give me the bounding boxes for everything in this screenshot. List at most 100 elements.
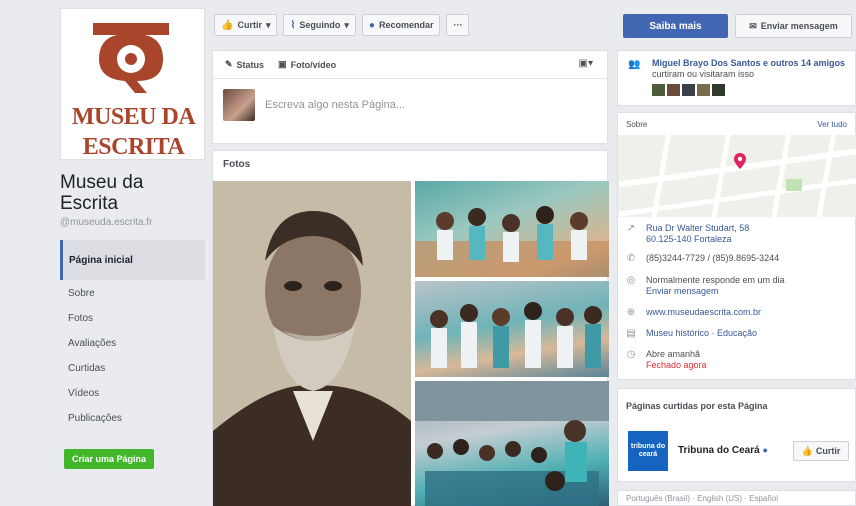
- globe-icon: ⊕: [626, 307, 636, 318]
- send-message-label: Enviar mensagem: [760, 21, 838, 31]
- nav-item-home[interactable]: Página inicial: [60, 240, 205, 280]
- friends-names[interactable]: Miguel Brayo Dos Santos e outros 14 amig…: [652, 58, 845, 68]
- address-line1[interactable]: Rua Dr Walter Studart, 58: [646, 223, 749, 234]
- response-time: Normalmente responde em um dia: [646, 275, 785, 285]
- group-photo-image: [415, 206, 609, 277]
- composer-tabs: ✎ Status ▣ Foto/vídeo: [213, 51, 607, 79]
- friends-who-like-text[interactable]: Miguel Brayo Dos Santos e outros 14 amig…: [652, 58, 852, 80]
- page-action-bar: 👍 Curtir ▾ ⌇ Seguindo ▾ ● Recomendar ···: [214, 14, 470, 36]
- address-row: ↗ Rua Dr Walter Studart, 58 60.125-140 F…: [626, 223, 851, 245]
- composer-input[interactable]: Escreva algo nesta Página...: [265, 99, 405, 111]
- group-photo-image: [430, 302, 602, 368]
- location-map[interactable]: [618, 135, 856, 217]
- avatar[interactable]: [697, 84, 710, 96]
- nav-item-photos[interactable]: Fotos: [60, 306, 205, 330]
- category-icon: ▤: [626, 328, 636, 339]
- verified-badge-icon: ●: [762, 445, 768, 455]
- museum-logo-icon: [93, 23, 169, 93]
- about-title: Sobre: [626, 119, 648, 129]
- friends-icon: 👥: [628, 59, 641, 70]
- photo-children-group-2[interactable]: [415, 281, 609, 377]
- nav-item-likes[interactable]: Curtidas: [60, 356, 205, 380]
- photo-children-group-1[interactable]: [415, 181, 609, 277]
- create-page-button[interactable]: Criar uma Página: [64, 449, 155, 469]
- clock-icon: ◷: [626, 349, 636, 360]
- see-all-link[interactable]: Ver tudo: [817, 120, 847, 129]
- learn-more-button[interactable]: Saiba mais: [623, 14, 728, 38]
- page-profile-picture[interactable]: MUSEU DA ESCRITA: [60, 8, 205, 160]
- send-message-button[interactable]: ✉ Enviar mensagem: [735, 14, 852, 38]
- page-handle[interactable]: @museuda.escrita.fr: [60, 217, 152, 228]
- recommend-button[interactable]: ● Recomendar: [361, 14, 441, 36]
- avatar[interactable]: [667, 84, 680, 96]
- phone-icon: ✆: [626, 253, 636, 264]
- liked-pages-title: Páginas curtidas por esta Página: [626, 401, 768, 411]
- caret-down-icon: ▾: [265, 19, 271, 30]
- page-title[interactable]: Museu da Escrita: [60, 172, 200, 214]
- tab-photo-video[interactable]: ▣ Foto/vídeo: [278, 59, 336, 70]
- website-link[interactable]: www.museudaescrita.com.br: [646, 307, 761, 318]
- photo-portrait[interactable]: [213, 181, 411, 506]
- map-park: [786, 179, 802, 191]
- avatar[interactable]: [712, 84, 725, 96]
- nav-item-posts[interactable]: Publicações: [60, 406, 205, 430]
- photo-icon: ▣: [278, 59, 287, 69]
- closed-now-label: Fechado agora: [646, 360, 707, 370]
- friends-suffix: curtiram ou visitaram isso: [652, 69, 755, 79]
- phone-row: ✆ (85)3244-7729 / (85)9.8695-3244: [626, 253, 851, 264]
- recommend-label: Recomendar: [378, 20, 434, 30]
- address-line2[interactable]: 60.125-140 Fortaleza: [646, 234, 749, 245]
- page-nav: Página inicial Sobre Fotos Avaliações Cu…: [60, 240, 205, 431]
- thumbs-up-icon: 👍: [801, 445, 813, 456]
- tab-status[interactable]: ✎ Status: [225, 59, 264, 70]
- pencil-icon: ✎: [225, 59, 233, 69]
- photos-section: Fotos: [212, 150, 609, 506]
- language-links[interactable]: Português (Brasil) · English (US) · Espa…: [617, 490, 856, 506]
- tab-photo-label: Foto/vídeo: [290, 59, 337, 70]
- like-button[interactable]: 👍 Curtir ▾: [214, 14, 278, 36]
- about-card: Sobre Ver tudo ↗ Rua Dr Walter Studart, …: [617, 112, 856, 380]
- map-pin-icon: [734, 153, 746, 169]
- liked-page-name[interactable]: Tribuna do Ceará: [678, 445, 760, 456]
- thumbs-up-icon: 👍: [221, 19, 234, 31]
- left-sidebar: MUSEU DA ESCRITA Museu da Escrita @museu…: [0, 0, 210, 506]
- category-link[interactable]: Museu histórico · Educação: [646, 328, 757, 339]
- nav-item-videos[interactable]: Vídeos: [60, 381, 205, 405]
- hours-row: ◷ Abre amanhã Fechado agora: [626, 349, 851, 371]
- following-button[interactable]: ⌇ Seguindo ▾: [283, 14, 356, 36]
- nav-item-about[interactable]: Sobre: [60, 281, 205, 305]
- post-composer: ✎ Status ▣ Foto/vídeo ▣▾ Escreva algo ne…: [212, 50, 608, 144]
- nav-item-reviews[interactable]: Avaliações: [60, 331, 205, 355]
- hours-status[interactable]: Abre amanhã: [646, 349, 707, 360]
- liked-page-name-row: Tribuna do Ceará ●: [678, 445, 768, 456]
- phone-number[interactable]: (85)3244-7729 / (85)9.8695-3244: [646, 253, 779, 264]
- logo-text-line2: ESCRITA: [82, 134, 185, 160]
- more-options-button[interactable]: ···: [446, 14, 470, 36]
- response-row: ◎ Normalmente responde em um dia Enviar …: [626, 275, 851, 297]
- messenger-icon: ✉: [749, 20, 757, 31]
- caret-down-icon: ▾: [344, 19, 349, 30]
- friend-thumbnails: [652, 84, 725, 96]
- liked-page-logo[interactable]: tribuna do ceará: [628, 431, 668, 471]
- logo-text-line1: MUSEU DA: [71, 104, 196, 130]
- avatar[interactable]: [682, 84, 695, 96]
- group-photo-image: [415, 381, 609, 506]
- following-label: Seguindo: [299, 20, 341, 30]
- composer-page-selector[interactable]: ▣▾: [579, 58, 593, 69]
- category-row: ▤ Museu histórico · Educação: [626, 328, 851, 339]
- map-road: [708, 135, 733, 217]
- website-row: ⊕ www.museudaescrita.com.br: [626, 307, 851, 318]
- photos-title[interactable]: Fotos: [223, 159, 250, 170]
- avatar: [223, 89, 255, 121]
- rss-icon: ⌇: [290, 19, 296, 31]
- photo-children-group-3[interactable]: [415, 381, 609, 506]
- tab-status-label: Status: [236, 59, 265, 70]
- response-time-icon: ◎: [626, 275, 636, 286]
- speech-bubble-icon: ●: [368, 19, 375, 31]
- map-road: [813, 135, 838, 217]
- like-label: Curtir: [237, 20, 262, 30]
- send-message-link[interactable]: Enviar mensagem: [646, 286, 785, 297]
- liked-page-like-button[interactable]: 👍 Curtir: [793, 441, 849, 461]
- avatar[interactable]: [652, 84, 665, 96]
- liked-page-like-label: Curtir: [815, 446, 841, 456]
